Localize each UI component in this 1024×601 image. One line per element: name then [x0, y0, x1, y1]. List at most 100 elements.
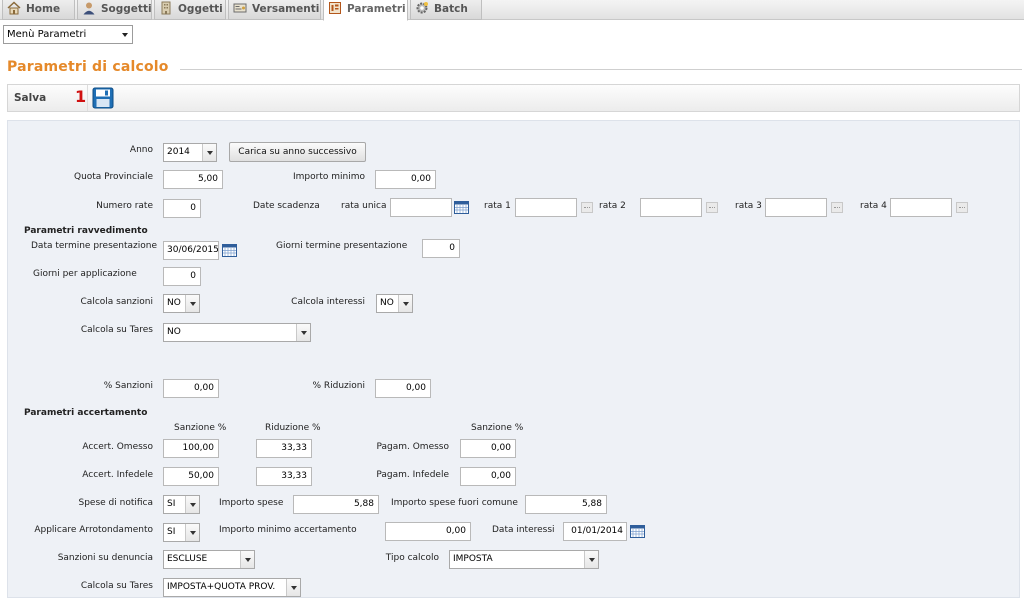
calendar-icon[interactable]: [956, 202, 968, 213]
perc-riduzioni-label: % Riduzioni: [312, 381, 365, 391]
rata4-input[interactable]: [890, 198, 952, 217]
col-sanzione-header: Sanzione %: [174, 423, 227, 433]
tab-oggetti[interactable]: Oggetti: [154, 0, 226, 20]
pagam-infedele-input[interactable]: 0,00: [460, 467, 516, 486]
arrotondamento-label: Applicare Arrotondamento: [34, 525, 153, 535]
sanzioni-denuncia-label: Sanzioni su denuncia: [57, 553, 153, 563]
calcola-tares-value: NO: [167, 327, 181, 337]
calendar-icon[interactable]: [706, 202, 718, 213]
calcola-tares-accertamento-label: Calcola su Tares: [80, 581, 153, 591]
sanzioni-denuncia-select[interactable]: ESCLUSE: [163, 550, 255, 569]
data-interessi-label: Data interessi: [492, 525, 555, 535]
pagam-omesso-input[interactable]: 0,00: [460, 439, 516, 458]
tipo-calcolo-select[interactable]: IMPOSTA: [449, 550, 599, 569]
building-icon: [161, 1, 171, 15]
rata-unica-input[interactable]: [390, 198, 452, 217]
chevron-down-icon: [185, 295, 199, 312]
col-sanzione2-header: Sanzione %: [471, 423, 524, 433]
tab-parametri[interactable]: Parametri: [323, 0, 408, 21]
quota-provinciale-input[interactable]: 5,00: [163, 170, 223, 189]
perc-riduzioni-input[interactable]: 0,00: [375, 379, 431, 398]
user-icon: [83, 2, 95, 15]
anno-select[interactable]: 2014: [163, 143, 217, 162]
rata2-input[interactable]: [640, 198, 702, 217]
accert-omesso-sanzione-input[interactable]: 100,00: [163, 439, 219, 458]
chevron-down-icon: [202, 144, 216, 161]
calendar-icon[interactable]: [630, 525, 645, 538]
data-interessi-input[interactable]: 01/01/2014: [563, 522, 627, 541]
perc-sanzioni-input[interactable]: 0,00: [163, 379, 219, 398]
spese-notifica-value: SI: [167, 499, 176, 509]
calcola-sanzioni-select[interactable]: NO: [163, 294, 200, 313]
accert-infedele-sanzione-input[interactable]: 50,00: [163, 467, 219, 486]
importo-spese-fuori-input[interactable]: 5,88: [525, 495, 607, 514]
rata2-label: rata 2: [599, 201, 626, 211]
accert-omesso-riduzione-input[interactable]: 33,33: [256, 439, 312, 458]
calendar-icon[interactable]: [454, 201, 469, 214]
numero-rate-input[interactable]: 0: [163, 199, 201, 218]
calcola-tares-select[interactable]: NO: [163, 323, 311, 342]
calcola-interessi-label: Calcola interessi: [291, 297, 365, 307]
data-termine-input[interactable]: 30/06/2015: [163, 241, 219, 260]
floppy-disk-icon[interactable]: [92, 87, 114, 109]
tab-label: Oggetti: [178, 3, 223, 15]
chevron-down-icon: [185, 524, 199, 541]
accertamento-heading: Parametri accertamento: [24, 408, 148, 418]
tipo-calcolo-label: Tipo calcolo: [385, 553, 439, 563]
importo-spese-input[interactable]: 5,88: [293, 495, 379, 514]
chevron-down-icon: [185, 496, 199, 513]
tab-label: Soggetti: [101, 3, 152, 15]
save-badge: 1: [75, 87, 87, 106]
calcola-interessi-select[interactable]: NO: [376, 294, 413, 313]
toolbar: Salva 1: [7, 84, 1020, 112]
calendar-icon[interactable]: [831, 202, 843, 213]
calendar-icon[interactable]: [581, 202, 593, 213]
calendar-icon[interactable]: [222, 244, 237, 257]
tab-versamenti[interactable]: Versamenti: [228, 0, 321, 20]
importo-minimo-input[interactable]: 0,00: [375, 170, 436, 189]
chevron-down-icon: [296, 324, 310, 341]
calcola-interessi-value: NO: [380, 298, 394, 308]
parameters-icon: [329, 2, 341, 14]
calcola-tares-label: Calcola su Tares: [80, 325, 153, 335]
tab-home[interactable]: Home: [2, 0, 75, 20]
quota-provinciale-label: Quota Provinciale: [73, 172, 153, 182]
accert-omesso-label: Accert. Omesso: [82, 442, 153, 452]
tab-bar: Home Soggetti Oggetti Versamenti Paramet…: [0, 0, 1024, 21]
calcola-sanzioni-value: NO: [167, 298, 181, 308]
save-button-label: Salva: [14, 92, 47, 104]
giorni-applicazione-label: Giorni per applicazione: [33, 269, 137, 279]
menu-select-value: Menù Parametri: [7, 29, 87, 40]
importo-minimo-accertamento-input[interactable]: 0,00: [385, 522, 471, 541]
importo-minimo-label: Importo minimo: [293, 172, 365, 182]
giorni-termine-label: Giorni termine presentazione: [276, 241, 408, 251]
spese-notifica-select[interactable]: SI: [163, 495, 200, 514]
tab-label: Batch: [434, 3, 468, 15]
ravvedimento-heading: Parametri ravvedimento: [24, 226, 148, 236]
tab-soggetti[interactable]: Soggetti: [77, 0, 152, 20]
importo-spese-fuori-label: Importo spese fuori comune: [391, 498, 518, 508]
data-termine-label: Data termine presentazione: [31, 241, 158, 251]
rata1-input[interactable]: [515, 198, 577, 217]
sanzioni-denuncia-value: ESCLUSE: [167, 554, 208, 564]
menu-parametri-select[interactable]: Menù Parametri: [3, 25, 133, 44]
rata3-input[interactable]: [765, 198, 827, 217]
anno-label: Anno: [129, 145, 153, 155]
chevron-down-icon: [122, 33, 128, 37]
chevron-down-icon: [398, 295, 412, 312]
accert-infedele-riduzione-input[interactable]: 33,33: [256, 467, 312, 486]
carica-anno-successivo-button[interactable]: Carica su anno successivo: [229, 142, 366, 162]
giorni-applicazione-input[interactable]: 0: [163, 267, 201, 286]
rata-unica-label: rata unica: [341, 201, 387, 211]
tipo-calcolo-value: IMPOSTA: [453, 554, 493, 564]
gear-icon: [416, 2, 428, 14]
tab-label: Parametri: [347, 3, 406, 15]
arrotondamento-select[interactable]: SI: [163, 523, 200, 542]
calcola-tares-accertamento-select[interactable]: IMPOSTA+QUOTA PROV.: [163, 578, 301, 597]
home-icon: [7, 1, 21, 15]
giorni-termine-input[interactable]: 0: [422, 239, 460, 258]
importo-spese-label: Importo spese: [219, 498, 284, 508]
tab-batch[interactable]: Batch: [410, 0, 482, 20]
pagam-infedele-label: Pagam. Infedele: [376, 470, 449, 480]
title-divider: [180, 69, 1022, 70]
